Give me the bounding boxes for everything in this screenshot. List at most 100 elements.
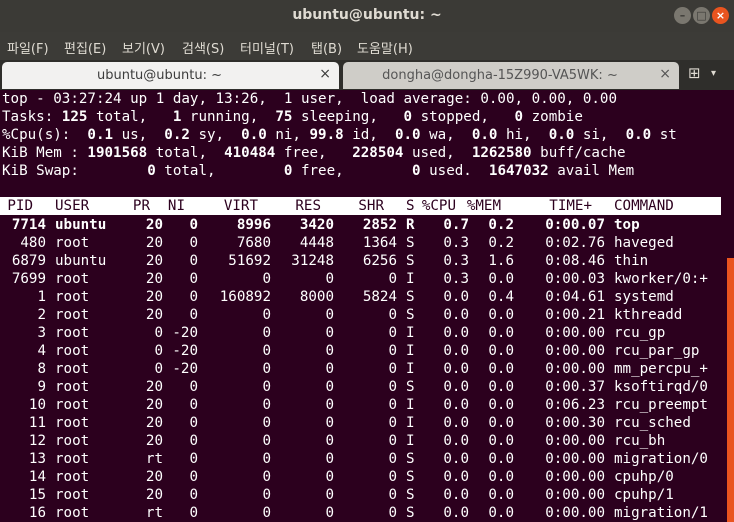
cell-pid: 8	[37, 361, 46, 377]
cell-ni: 0	[189, 469, 198, 485]
table-row: 10 root 20 0 0 0 0 I 0.0 0.0 0:06.23 rcu_preempt	[0, 396, 734, 414]
cell-pid: 7714	[11, 217, 46, 233]
table-row: 480 root 20 0 7680 4448 1364 S 0.3 0.2 0:02.76 have…	[0, 234, 734, 252]
menu-tabs[interactable]: 탭(B)	[311, 38, 342, 57]
cell-time: 0:00.37	[545, 379, 605, 395]
cell-mem: 0.4	[488, 289, 514, 305]
cell-time: 0:08.46	[545, 253, 605, 269]
summary-tasks: Tasks: 125 total, 1 running, 75 sleeping…	[2, 108, 583, 126]
cell-pr: 20	[145, 217, 163, 233]
cell-cpu: 0.3	[443, 253, 469, 269]
summary-segment: Tasks:	[2, 109, 62, 125]
cell-shr: 0	[388, 451, 397, 467]
menu-edit[interactable]: 편집(E)	[64, 38, 106, 57]
cell-user: root	[55, 307, 90, 323]
title-bar[interactable]: ubuntu@ubuntu: ~ – □ ×	[0, 0, 734, 32]
cell-user: root	[55, 487, 90, 503]
new-tab-icon[interactable]: ⊞	[688, 64, 701, 82]
cell-virt: 0	[262, 505, 271, 521]
cell-res: 0	[325, 415, 334, 431]
cell-time: 0:00.00	[545, 361, 605, 377]
tab-ubuntu[interactable]: ubuntu@ubuntu: ~ ×	[2, 62, 339, 89]
summary-mem: KiB Mem : 1901568 total, 410484 free, 22…	[2, 144, 626, 162]
cell-mem: 1.6	[488, 253, 514, 269]
cell-virt: 0	[262, 361, 271, 377]
cell-pr: 20	[145, 235, 163, 251]
cell-cpu: 0.0	[443, 451, 469, 467]
cell-shr: 0	[388, 307, 397, 323]
cell-pr: 0	[154, 325, 163, 341]
menu-file[interactable]: 파일(F)	[7, 38, 49, 57]
table-row: 12 root 20 0 0 0 0 I 0.0 0.0 0:00.00 rcu_bh	[0, 432, 734, 450]
summary-segment: 0.2	[164, 127, 190, 143]
maximize-icon[interactable]: □	[693, 7, 710, 24]
cell-shr: 0	[388, 325, 397, 341]
cell-virt: 0	[262, 415, 271, 431]
cell-pid: 15	[28, 487, 46, 503]
cell-pid: 4	[37, 343, 46, 359]
close-tab-icon[interactable]: ×	[659, 66, 671, 82]
cell-cmd: thin	[614, 253, 649, 269]
summary-segment: 125	[61, 109, 88, 125]
summary-segment: 0	[514, 109, 524, 125]
menu-search[interactable]: 검색(S)	[182, 38, 224, 57]
cell-ni: 0	[189, 307, 198, 323]
cell-cmd: cpuhp/0	[614, 469, 674, 485]
cell-cpu: 0.0	[443, 307, 469, 323]
menu-help[interactable]: 도움말(H)	[357, 38, 413, 57]
cell-res: 4448	[299, 235, 334, 251]
cell-pr: 20	[145, 271, 163, 287]
close-tab-icon[interactable]: ×	[319, 66, 331, 82]
cell-res: 0	[325, 343, 334, 359]
cell-time: 0:02.76	[545, 235, 605, 251]
scrollbar[interactable]	[727, 258, 734, 522]
cell-mem: 0.0	[488, 433, 514, 449]
cell-shr: 6256	[362, 253, 397, 269]
summary-segment: hi,	[497, 127, 549, 143]
cell-cpu: 0.0	[443, 343, 469, 359]
cell-user: root	[55, 451, 90, 467]
cell-mem: 0.0	[488, 487, 514, 503]
cell-time: 0:04.61	[545, 289, 605, 305]
summary-segment: total,	[87, 109, 173, 125]
summary-segment: avail Mem	[548, 163, 635, 179]
cell-ni: 0	[189, 451, 198, 467]
cell-pid: 12	[28, 433, 46, 449]
minimize-icon[interactable]: –	[674, 7, 691, 24]
table-row: 11 root 20 0 0 0 0 I 0.0 0.0 0:00.30 rcu_sched	[0, 414, 734, 432]
cell-virt: 7680	[236, 235, 271, 251]
menu-terminal[interactable]: 터미널(T)	[240, 38, 294, 57]
cell-mem: 0.2	[488, 235, 514, 251]
cell-pid: 10	[28, 397, 46, 413]
column-header: S	[406, 198, 415, 214]
cell-res: 0	[325, 307, 334, 323]
cell-virt: 0	[262, 343, 271, 359]
tab-label: ubuntu@ubuntu: ~	[96, 68, 223, 83]
cell-cmd: rcu_bh	[614, 433, 666, 449]
column-header: PID	[7, 198, 33, 214]
cell-s: I	[406, 415, 415, 431]
cell-cmd: rcu_par_gp	[614, 343, 700, 359]
terminal-output[interactable]: top - 03:27:24 up 1 day, 13:26, 1 user, …	[0, 90, 734, 522]
cell-res: 0	[325, 271, 334, 287]
cell-time: 0:00.07	[545, 217, 605, 233]
summary-segment: 0.1	[87, 127, 114, 143]
cell-cmd: cpuhp/1	[614, 487, 674, 503]
cell-cmd: rcu_preempt	[614, 397, 708, 413]
cell-s: I	[406, 343, 415, 359]
summary-segment: 0.0	[241, 127, 267, 143]
menu-view[interactable]: 보기(V)	[122, 38, 165, 57]
cell-mem: 0.0	[488, 505, 514, 521]
cell-cpu: 0.0	[443, 433, 469, 449]
cell-ni: 0	[189, 415, 198, 431]
summary-segment: 0.0	[548, 127, 575, 143]
summary-segment: 75	[275, 109, 293, 125]
chevron-down-icon[interactable]: ▾	[711, 68, 716, 79]
close-icon[interactable]: ×	[712, 7, 729, 24]
cell-s: S	[406, 253, 415, 269]
table-row: 8 root 0 -20 0 0 0 I 0.0 0.0 0:00.00 mm_percpu_+	[0, 360, 734, 378]
tab-dongha[interactable]: dongha@dongha-15Z990-VA5WK: ~ ×	[343, 62, 679, 89]
cell-virt: 51692	[228, 253, 271, 269]
cell-time: 0:00.00	[545, 469, 605, 485]
cell-s: S	[406, 379, 415, 395]
